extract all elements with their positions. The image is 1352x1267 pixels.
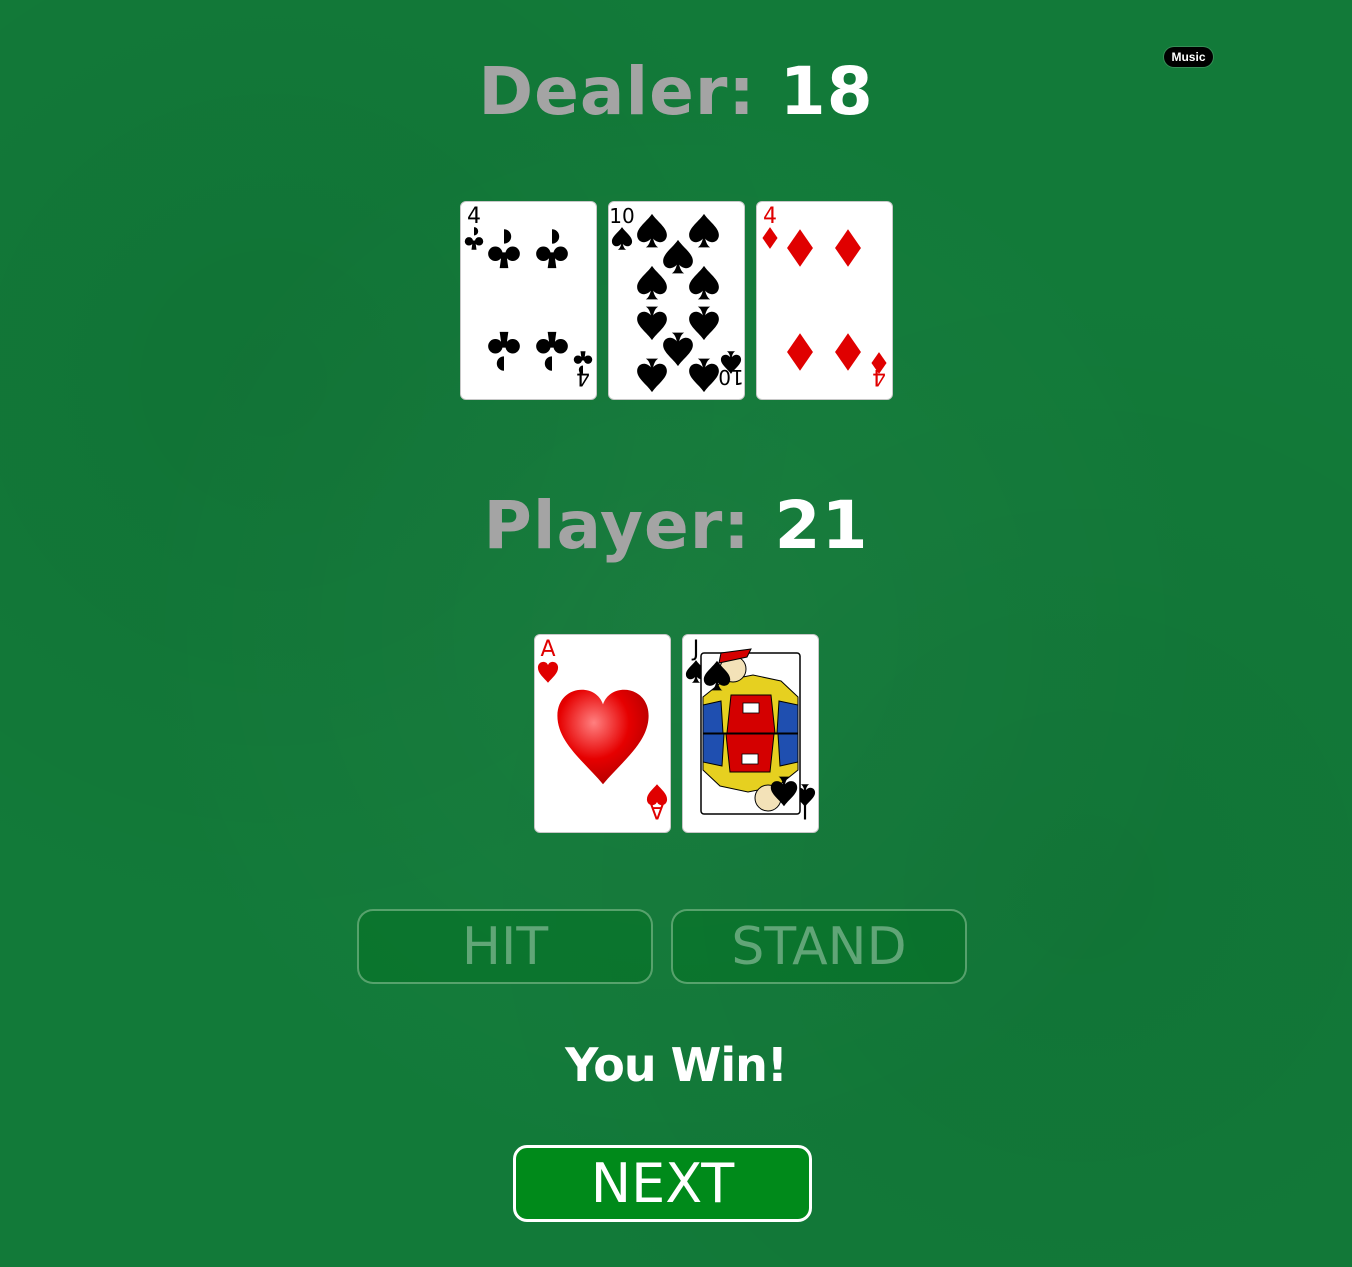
- diamond-icon: [761, 227, 778, 249]
- spade-icon: [611, 227, 632, 250]
- card-rank: 4: [576, 364, 590, 389]
- playing-card: 10 10: [607, 201, 745, 400]
- jack-tunic-upper: [725, 694, 776, 734]
- spade-icon: [662, 239, 693, 274]
- card-face: 44: [761, 204, 887, 389]
- card-face: AA: [537, 637, 667, 822]
- dealer-hand: 44 10 10 44: [0, 201, 1352, 400]
- playing-card: 44: [459, 201, 597, 400]
- card-rank: 4: [467, 204, 481, 229]
- jack-emblem-upper: [742, 702, 759, 714]
- spade-icon: [688, 358, 719, 393]
- diamond-icon: [786, 333, 813, 371]
- heart-icon: [537, 661, 558, 683]
- club-icon: [535, 331, 568, 371]
- card-rank: A: [540, 637, 555, 662]
- player-score-value: 21: [774, 487, 869, 564]
- jack-tunic-lower: [724, 733, 775, 773]
- card-rank: 10: [609, 204, 634, 228]
- spade-icon: [636, 265, 667, 300]
- card-face: 1010: [609, 204, 743, 393]
- playing-card: AA: [533, 634, 671, 833]
- result-message: You Win!: [565, 1038, 788, 1092]
- spade-icon: [636, 213, 667, 248]
- jack-sleeve-right: [775, 700, 798, 734]
- player-label: Player:: [483, 487, 775, 564]
- club-icon: [487, 229, 520, 269]
- card-face: JJ: [685, 637, 815, 822]
- playing-card: JJ: [681, 634, 819, 833]
- diamond-icon: [834, 333, 861, 371]
- club-icon: [535, 229, 568, 269]
- spade-icon: [662, 332, 693, 367]
- jack-sleeve-left: [702, 700, 724, 734]
- player-hand: AA JJ: [0, 634, 1352, 833]
- jack-emblem-lower: [741, 753, 758, 765]
- spade-icon: [636, 358, 667, 393]
- dealer-label: Dealer:: [478, 53, 780, 130]
- diamond-icon: [786, 229, 813, 267]
- spade-icon: [636, 306, 667, 341]
- stand-button[interactable]: STAND: [671, 909, 967, 984]
- player-score-heading: Player: 21: [0, 486, 1352, 566]
- spade-icon: [688, 213, 719, 248]
- card-face: 44: [464, 204, 592, 389]
- hit-button[interactable]: HIT: [357, 909, 653, 984]
- playing-card: 44: [755, 201, 893, 400]
- club-icon: [487, 331, 520, 371]
- diamond-icon: [834, 229, 861, 267]
- jack-sleeve-lower-right: [776, 733, 798, 767]
- dealer-score-value: 18: [779, 53, 874, 130]
- spade-icon: [688, 265, 719, 300]
- dealer-score-heading: Dealer: 18: [0, 52, 1352, 132]
- spade-icon: [688, 306, 719, 341]
- ace-center-heart-icon: [556, 689, 649, 785]
- next-button[interactable]: NEXT: [513, 1145, 812, 1222]
- club-icon: [464, 227, 483, 250]
- card-rank: J: [690, 637, 699, 662]
- card-rank: 4: [763, 204, 777, 229]
- jack-sleeve-lower-left: [702, 733, 725, 767]
